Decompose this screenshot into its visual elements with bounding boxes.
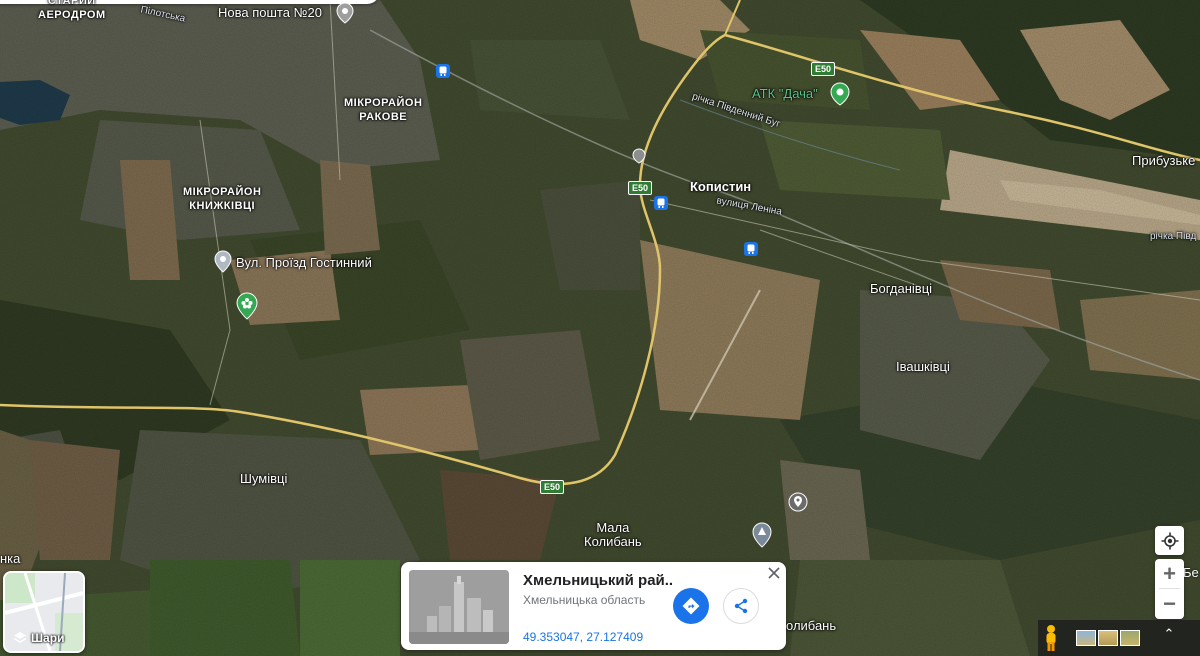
label-kopystyn: Копистин bbox=[690, 179, 752, 194]
label-left-edge: нка bbox=[0, 551, 21, 566]
label-mikroraion-knyzhkivtsi: МІКРОРАЙОН КНИЖКІВЦІ bbox=[183, 186, 262, 212]
place-region: Хмельницька область bbox=[523, 593, 646, 607]
zoom-control[interactable]: + − bbox=[1155, 559, 1184, 619]
train-station-icon[interactable] bbox=[744, 242, 758, 256]
imagery-thumb-2[interactable] bbox=[1098, 630, 1118, 646]
layers-button[interactable]: Шари bbox=[3, 571, 85, 653]
share-icon bbox=[734, 598, 748, 614]
share-button[interactable] bbox=[723, 588, 759, 624]
label-kolyban: олибань bbox=[786, 618, 837, 633]
place-title: Хмельницький рай... bbox=[523, 572, 673, 589]
location-pin-icon[interactable] bbox=[336, 2, 354, 24]
pegman-icon[interactable] bbox=[1043, 624, 1059, 652]
satellite-map[interactable] bbox=[0, 0, 1200, 656]
dropped-pin-icon[interactable] bbox=[788, 492, 808, 512]
label-river-pivd-right: річка Півд bbox=[1150, 231, 1197, 242]
label-shumivtsi: Шумівці bbox=[240, 471, 288, 486]
directions-icon bbox=[682, 597, 700, 615]
label-vul-proizd-hostynnyi[interactable]: Вул. Проїзд Гостинний bbox=[236, 256, 372, 270]
building-illustration bbox=[409, 570, 509, 644]
train-station-icon[interactable] bbox=[654, 196, 668, 210]
label-ivashkivtsi: Івашківці bbox=[896, 359, 950, 374]
highway-badge-e50: E50 bbox=[811, 62, 836, 76]
expand-chevron-icon[interactable]: ⌃ bbox=[1160, 626, 1178, 646]
zoom-out-button[interactable]: − bbox=[1155, 589, 1184, 618]
label-nova-poshta[interactable]: Нова пошта №20 bbox=[218, 6, 322, 20]
label-atk-dacha[interactable]: АТК "Дача" bbox=[752, 87, 818, 101]
place-info-card[interactable]: Хмельницький рай... Хмельницька область … bbox=[401, 562, 786, 650]
close-icon[interactable] bbox=[765, 564, 783, 582]
directions-button[interactable] bbox=[673, 588, 709, 624]
layers-label: Шари bbox=[13, 631, 64, 645]
label-right-edge: Бе bbox=[1183, 565, 1199, 580]
train-station-icon[interactable] bbox=[436, 64, 450, 78]
highway-badge-e50: E50 bbox=[540, 480, 565, 494]
place-photo[interactable] bbox=[409, 570, 509, 644]
location-pin-icon[interactable] bbox=[830, 82, 850, 106]
label-staryi-aerodrom: СТАРИЙ АЕРОДРОМ bbox=[38, 0, 106, 21]
label-mikroraion-rakove: МІКРОРАЙОН РАКОВЕ bbox=[344, 97, 423, 123]
my-location-button[interactable] bbox=[1155, 526, 1184, 555]
label-prybuzke: Прибузьке bbox=[1132, 153, 1196, 168]
fuel-station-icon[interactable] bbox=[632, 148, 646, 164]
layers-icon bbox=[13, 632, 27, 643]
zoom-in-button[interactable]: + bbox=[1155, 559, 1184, 588]
label-mala-kolyban: Мала Колибань bbox=[584, 520, 642, 549]
imagery-thumb-1[interactable] bbox=[1076, 630, 1096, 646]
imagery-thumb-3[interactable] bbox=[1120, 630, 1140, 646]
place-coordinates[interactable]: 49.353047, 27.127409 bbox=[523, 630, 643, 644]
marina-pin-icon[interactable] bbox=[752, 522, 772, 548]
crosshair-icon bbox=[1161, 532, 1178, 549]
label-bogdanivtsi: Богданівці bbox=[870, 281, 933, 296]
location-pin-icon[interactable] bbox=[214, 250, 232, 274]
park-pin-icon[interactable] bbox=[236, 292, 258, 320]
highway-badge-e50: E50 bbox=[628, 181, 653, 195]
